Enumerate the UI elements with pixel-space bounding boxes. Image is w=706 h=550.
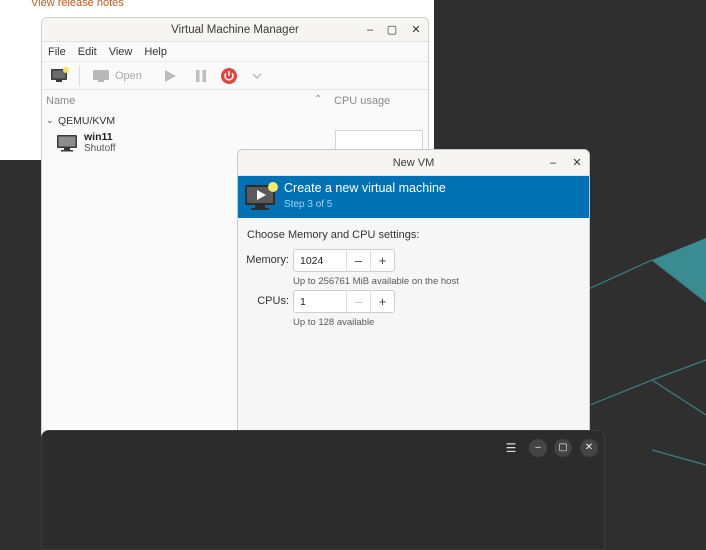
menu-help[interactable]: Help (144, 46, 167, 58)
minimize-button[interactable]: – (545, 155, 561, 171)
menu-view[interactable]: View (109, 46, 133, 58)
minimize-button[interactable]: – (362, 22, 378, 38)
close-button[interactable]: ✕ (408, 22, 424, 38)
pause-icon[interactable] (194, 69, 208, 83)
cpus-label: CPUs: (257, 295, 289, 307)
memory-value[interactable]: 1024 (294, 250, 346, 271)
memory-decrease-button[interactable]: – (346, 250, 370, 271)
wizard-step: Step 3 of 5 (284, 199, 333, 210)
dialog-title: New VM (392, 157, 435, 169)
open-button-label[interactable]: Open (115, 70, 142, 82)
maximize-button[interactable]: ▢ (384, 22, 400, 38)
toolbar: Open (42, 62, 428, 90)
connection-label: QEMU/KVM (58, 115, 116, 127)
hamburger-menu-icon[interactable]: ☰ (502, 439, 520, 457)
toolbar-separator (79, 66, 80, 86)
dark-window: ☰ – ▢ ✕ (41, 430, 605, 550)
cpus-value[interactable]: 1 (294, 291, 346, 312)
close-button[interactable]: ✕ (580, 439, 598, 457)
minimize-button[interactable]: – (529, 439, 547, 457)
monitor-icon (57, 135, 77, 152)
power-icon[interactable] (220, 67, 238, 85)
column-cpu-usage[interactable]: CPU usage (334, 95, 390, 107)
chevron-down-icon[interactable] (252, 73, 262, 80)
menu-edit[interactable]: Edit (78, 46, 97, 58)
vm-name: win11 (84, 131, 113, 143)
vm-state: Shutoff (84, 143, 116, 154)
wizard-title: Create a new virtual machine (284, 181, 446, 195)
new-vm-icon[interactable] (50, 67, 70, 84)
wizard-banner: Create a new virtual machine Step 3 of 5 (238, 176, 589, 218)
column-name[interactable]: Name (46, 95, 75, 107)
vmm-titlebar: Virtual Machine Manager – ▢ ✕ (42, 18, 428, 42)
new-vm-titlebar: New VM – ✕ (238, 150, 589, 176)
close-button[interactable]: ✕ (569, 155, 585, 171)
connection-group[interactable]: ⌄ QEMU/KVM (42, 112, 428, 130)
cpus-stepper[interactable]: 1 – + (293, 290, 395, 313)
maximize-button[interactable]: ▢ (554, 439, 572, 457)
memory-stepper[interactable]: 1024 – + (293, 249, 395, 272)
memory-hint: Up to 256761 MiB available on the host (293, 276, 459, 287)
play-icon[interactable] (163, 69, 177, 83)
chevron-down-icon[interactable]: ⌄ (46, 115, 54, 126)
open-vm-icon[interactable] (92, 69, 110, 84)
memory-increase-button[interactable]: + (370, 250, 394, 271)
sort-up-icon[interactable]: ⌃ (314, 94, 322, 105)
cpus-hint: Up to 128 available (293, 317, 375, 328)
memory-label: Memory: (246, 254, 289, 266)
new-vm-dialog: New VM – ✕ Create a new virtual machine … (237, 149, 590, 449)
list-column-header: Name ⌃ CPU usage (42, 90, 428, 112)
menu-file[interactable]: File (48, 46, 66, 58)
cpus-decrease-button[interactable]: – (346, 291, 370, 312)
section-title: Choose Memory and CPU settings: (247, 229, 420, 241)
cpus-increase-button[interactable]: + (370, 291, 394, 312)
new-vm-monitor-icon (245, 182, 278, 210)
view-release-notes-link[interactable]: View release notes (31, 0, 124, 9)
menu-bar: File Edit View Help (42, 42, 428, 62)
